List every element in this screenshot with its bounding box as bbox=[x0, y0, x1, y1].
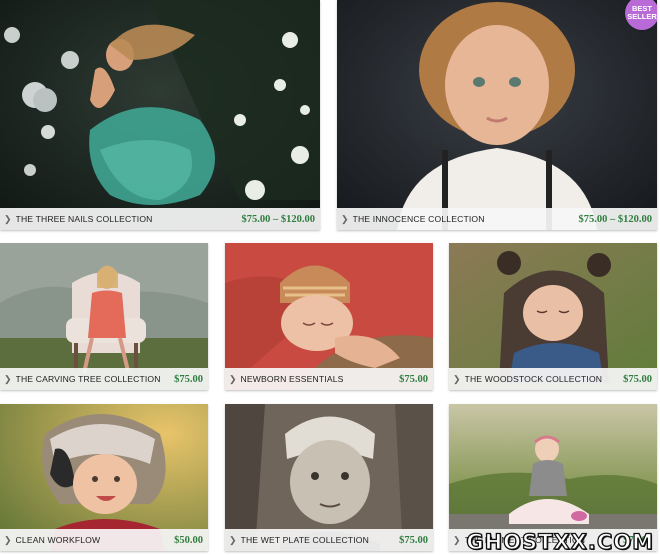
product-price: $75.00 bbox=[174, 373, 203, 385]
chevron-right-icon: ❯ bbox=[341, 213, 349, 224]
product-caption[interactable]: ❯ NEWBORN ESSENTIALS $75.00 bbox=[225, 368, 433, 390]
watermark-logo: GHOSTXX.COM bbox=[466, 529, 654, 554]
chevron-right-icon: ❯ bbox=[229, 534, 237, 545]
product-title[interactable]: NEWBORN ESSENTIALS bbox=[241, 374, 344, 384]
product-card-three-nails[interactable]: ❯ THE THREE NAILS COLLECTION $75.00 – $1… bbox=[0, 0, 320, 230]
product-price: $75.00 bbox=[623, 373, 652, 385]
chevron-right-icon: ❯ bbox=[4, 373, 12, 384]
product-title[interactable]: THE THREE NAILS COLLECTION bbox=[16, 214, 153, 224]
product-card-newborn-essentials[interactable]: ❯ NEWBORN ESSENTIALS $75.00 bbox=[225, 243, 433, 390]
chevron-right-icon: ❯ bbox=[229, 373, 237, 384]
product-price: $75.00 bbox=[399, 534, 428, 546]
product-price: $75.00 – $120.00 bbox=[241, 213, 316, 225]
product-card-woodstock[interactable]: ❯ THE WOODSTOCK COLLECTION $75.00 bbox=[449, 243, 657, 390]
product-caption[interactable]: ❯ CLEAN WORKFLOW $50.00 bbox=[0, 529, 208, 551]
product-image-innocence[interactable] bbox=[337, 0, 657, 230]
product-price: $50.00 bbox=[174, 534, 203, 546]
product-title[interactable]: THE CARVING TREE COLLECTION bbox=[16, 374, 161, 384]
product-caption[interactable]: ❯ THE THREE NAILS COLLECTION $75.00 – $1… bbox=[0, 208, 320, 230]
product-caption[interactable]: ❯ THE CARVING TREE COLLECTION $75.00 bbox=[0, 368, 208, 390]
product-caption[interactable]: ❯ THE WOODSTOCK COLLECTION $75.00 bbox=[449, 368, 657, 390]
product-price: $75.00 bbox=[399, 373, 428, 385]
product-image-three-nails[interactable] bbox=[0, 0, 320, 230]
chevron-right-icon: ❯ bbox=[453, 373, 461, 384]
product-title[interactable]: THE WET PLATE COLLECTION bbox=[241, 535, 369, 545]
product-card-wet-plate[interactable]: ❯ THE WET PLATE COLLECTION $75.00 bbox=[225, 404, 433, 551]
product-card-clean-workflow[interactable]: ❯ CLEAN WORKFLOW $50.00 bbox=[0, 404, 208, 551]
product-caption[interactable]: ❯ THE WET PLATE COLLECTION $75.00 bbox=[225, 529, 433, 551]
chevron-right-icon: ❯ bbox=[4, 213, 12, 224]
product-card-element[interactable]: ❯ THE ELEMENT COLLECTION $75.00 bbox=[449, 404, 657, 551]
badge-line-2: SELLER bbox=[627, 12, 657, 21]
chevron-right-icon: ❯ bbox=[4, 534, 12, 545]
best-seller-badge: BEST SELLER bbox=[625, 0, 657, 30]
product-title[interactable]: THE INNOCENCE COLLECTION bbox=[353, 214, 485, 224]
chevron-right-icon: ❯ bbox=[453, 534, 461, 545]
product-title[interactable]: THE WOODSTOCK COLLECTION bbox=[465, 374, 603, 384]
product-price: $75.00 – $120.00 bbox=[578, 213, 653, 225]
product-card-innocence[interactable]: BEST SELLER ❯ THE INNOCENCE COLLECTION $… bbox=[337, 0, 657, 230]
product-card-carving-tree[interactable]: ❯ THE CARVING TREE COLLECTION $75.00 bbox=[0, 243, 208, 390]
product-caption[interactable]: ❯ THE INNOCENCE COLLECTION $75.00 – $120… bbox=[337, 208, 657, 230]
product-title[interactable]: CLEAN WORKFLOW bbox=[16, 535, 101, 545]
